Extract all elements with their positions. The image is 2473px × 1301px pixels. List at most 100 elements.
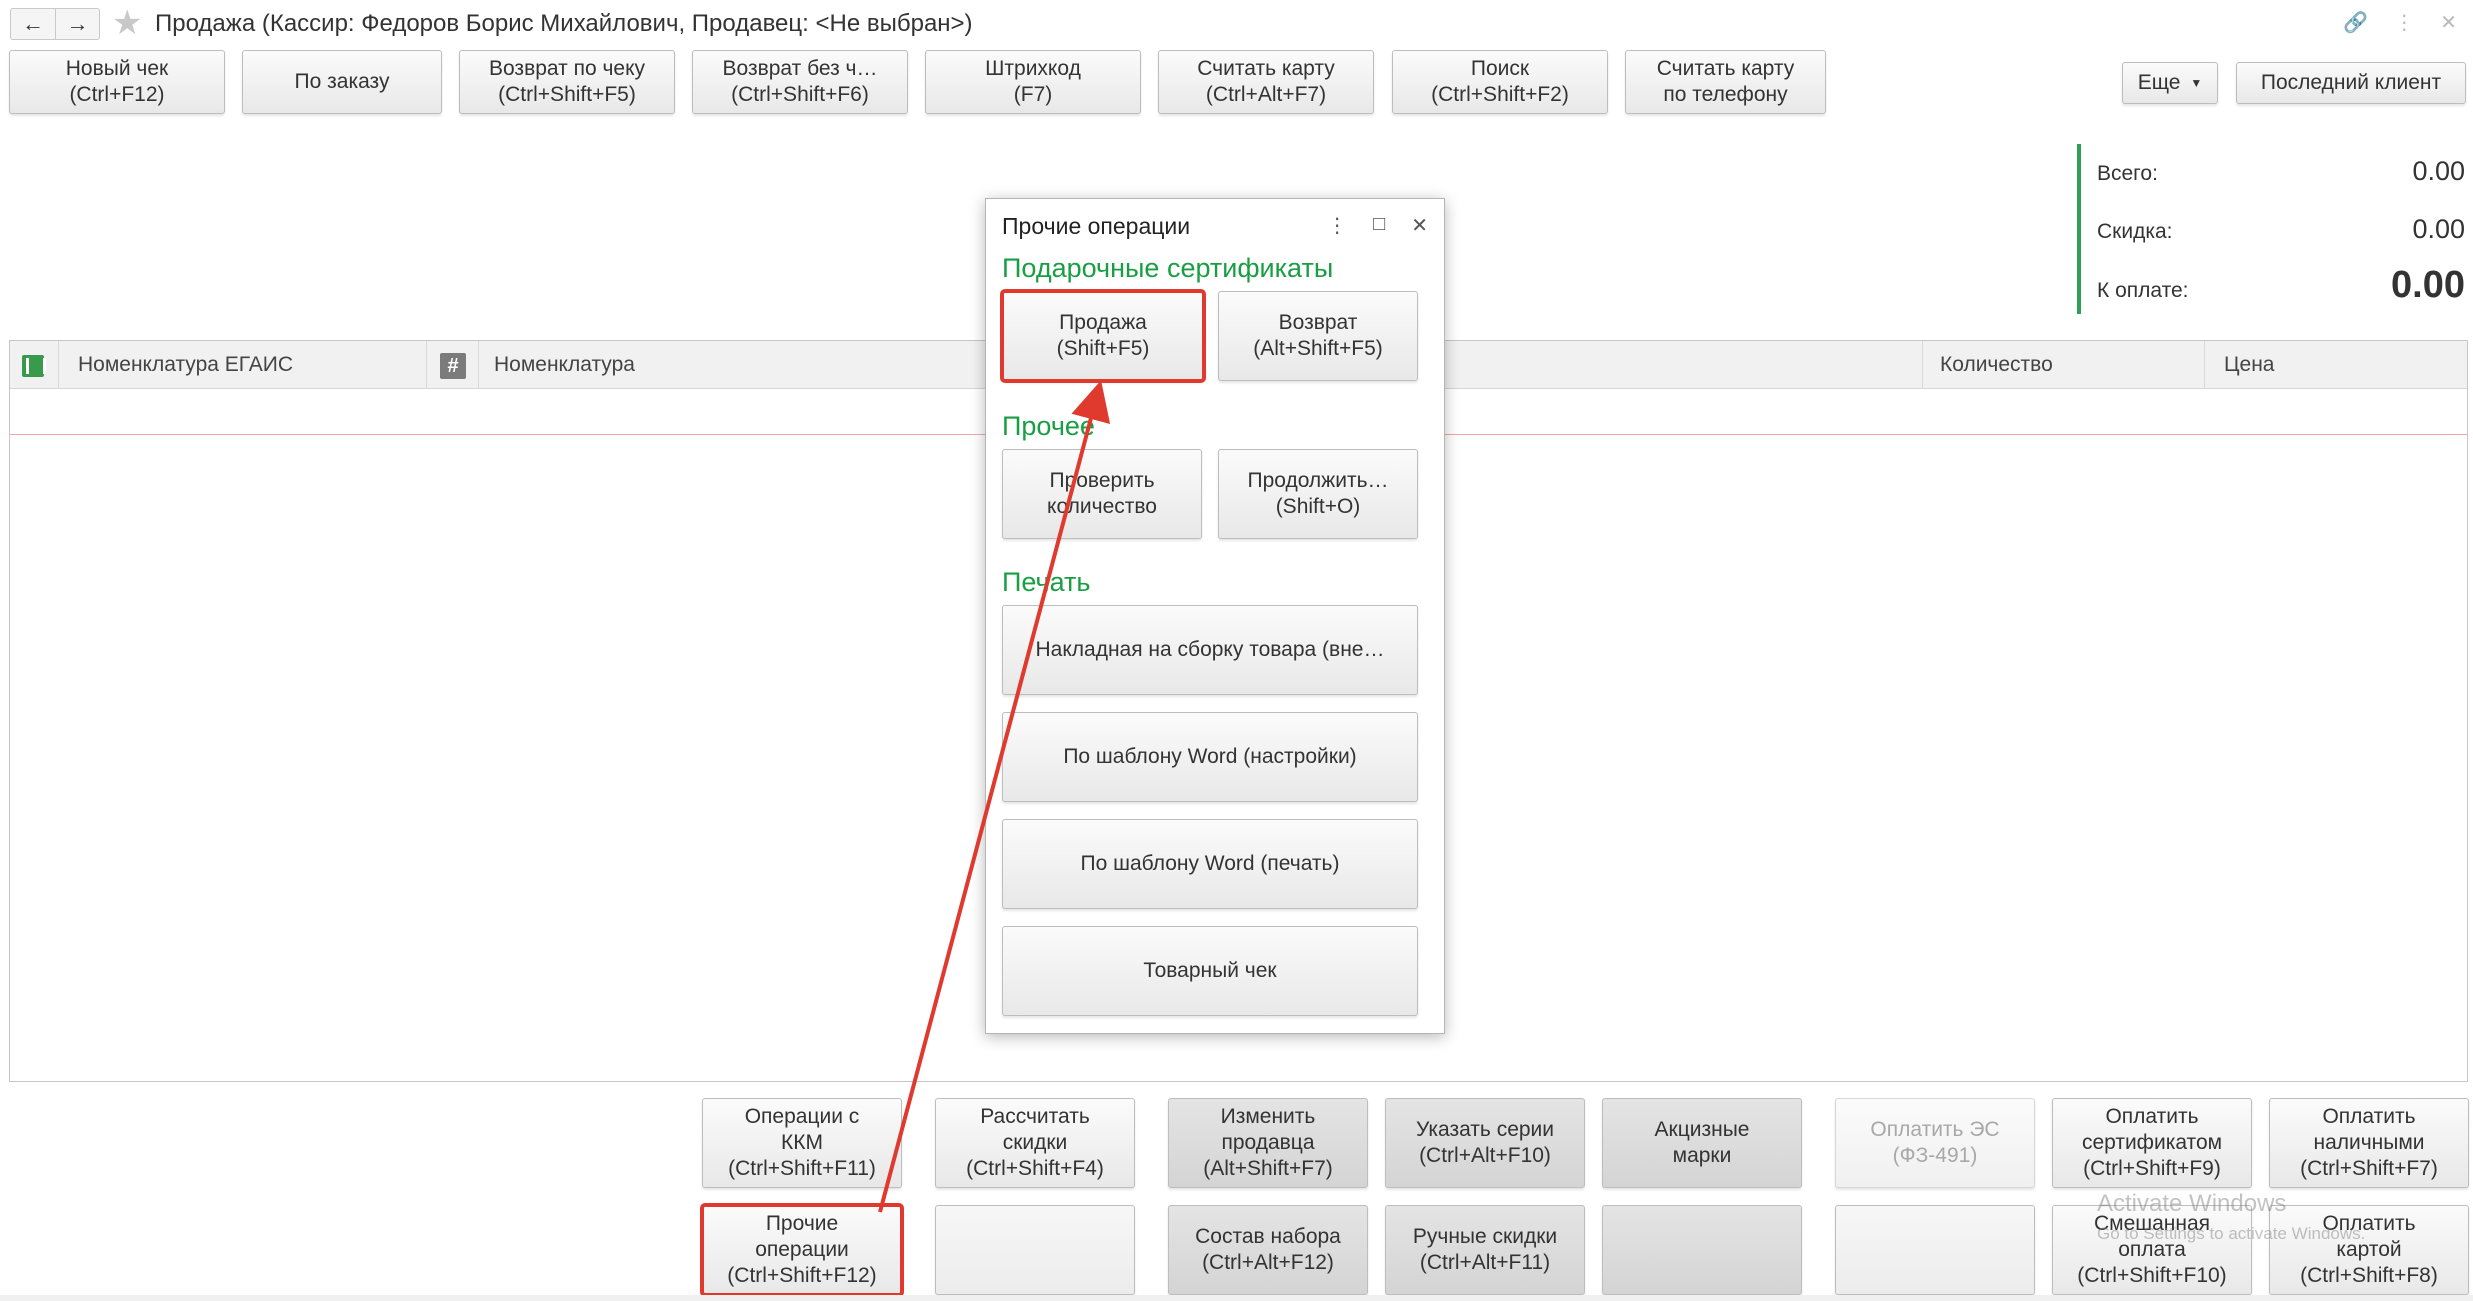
button-label-line2: ККМ (781, 1131, 823, 1154)
button-label: Последний клиент (2260, 71, 2442, 94)
card-by-phone-button[interactable]: Считать карту по телефону (1625, 50, 1826, 114)
kit-composition-button[interactable]: Состав набора (Ctrl+Alt+F12) (1168, 1205, 1368, 1295)
button-shortcut: (Ctrl+Shift+F7) (2300, 1157, 2438, 1180)
button-shortcut: (Ctrl+Alt+F11) (1419, 1251, 1551, 1274)
specify-series-button[interactable]: Указать серии (Ctrl+Alt+F10) (1385, 1098, 1585, 1188)
button-label-line2: операции (755, 1238, 849, 1261)
button-shortcut: (Ctrl+Shift+F9) (2083, 1157, 2221, 1180)
button-shortcut: (Ctrl+Shift+F11) (728, 1157, 876, 1180)
button-shortcut: (Ctrl+Alt+F12) (1202, 1251, 1334, 1274)
button-shortcut: (Alt+Shift+F5) (1253, 337, 1383, 360)
link-icon[interactable]: 🔗 (2343, 10, 2368, 35)
activation-watermark-title: Activate Windows (2097, 1190, 2287, 1217)
certificate-return-button[interactable]: Возврат (Alt+Shift+F5) (1218, 291, 1418, 381)
button-shortcut: (Ctrl+Shift+F5) (498, 83, 636, 106)
button-label: Ручные скидки (1412, 1225, 1558, 1248)
button-shortcut: (Ctrl+Shift+F2) (1431, 83, 1569, 106)
forward-arrow-icon[interactable]: → (55, 9, 99, 39)
button-label: Прочие (765, 1212, 839, 1235)
new-check-button[interactable]: Новый чек (Ctrl+F12) (9, 50, 225, 114)
more-vertical-icon[interactable]: ⋮ (1327, 213, 1347, 238)
bottom-border (0, 1295, 2473, 1301)
return-by-check-button[interactable]: Возврат по чеку (Ctrl+Shift+F5) (459, 50, 675, 114)
read-card-button[interactable]: Считать карту (Ctrl+Alt+F7) (1158, 50, 1374, 114)
manual-discounts-button[interactable]: Ручные скидки (Ctrl+Alt+F11) (1385, 1205, 1585, 1295)
more-vertical-icon[interactable]: ⋮ (2394, 10, 2414, 35)
continue-button[interactable]: Продолжить… (Shift+O) (1218, 449, 1418, 539)
button-label: Новый чек (65, 57, 169, 80)
button-label: Оплатить (2105, 1105, 2199, 1128)
button-shortcut: (Alt+Shift+F7) (1203, 1157, 1333, 1180)
button-label: Считать карту (1656, 57, 1795, 80)
word-template-settings-button[interactable]: По шаблону Word (настройки) (1002, 712, 1418, 802)
button-shortcut: (Ctrl+Shift+F4) (966, 1157, 1104, 1180)
column-nomenclature[interactable]: Номенклатура (494, 341, 635, 389)
close-icon[interactable]: ✕ (1411, 213, 1428, 238)
popup-controls: ⋮ □ ✕ (1327, 213, 1428, 238)
button-label: Состав набора (1195, 1225, 1341, 1248)
column-quantity[interactable]: Количество (1940, 341, 2053, 389)
button-label: Штрихкод (985, 57, 1081, 80)
button-label: Оплатить ЭС (1870, 1118, 2000, 1141)
calculate-discounts-button[interactable]: Рассчитать скидки (Ctrl+Shift+F4) (935, 1098, 1135, 1188)
sales-receipt-button[interactable]: Товарный чек (1002, 926, 1418, 1016)
to-pay-label: К оплате: (2097, 279, 2189, 302)
button-label: Акцизные (1654, 1118, 1750, 1141)
mixed-payment-button[interactable]: Смешанная оплата (Ctrl+Shift+F10) (2052, 1205, 2252, 1295)
button-label-line2: сертификатом (2081, 1131, 2223, 1154)
button-label-line2: (ФЗ-491) (1892, 1144, 1978, 1167)
pay-cash-button[interactable]: Оплатить наличными (Ctrl+Shift+F7) (2269, 1098, 2469, 1188)
other-operations-button[interactable]: Прочие операции (Ctrl+Shift+F12) (700, 1203, 904, 1297)
title-bar: ← → ★ Продажа (Кассир: Федоров Борис Мих… (0, 0, 2473, 46)
change-seller-button[interactable]: Изменить продавца (Alt+Shift+F7) (1168, 1098, 1368, 1188)
maximize-icon[interactable]: □ (1373, 213, 1385, 238)
assembly-invoice-button[interactable]: Накладная на сборку товара (вне… (1002, 605, 1418, 695)
button-label: Еще (2137, 71, 2181, 94)
favorite-star-icon[interactable]: ★ (112, 6, 142, 40)
button-shortcut: (Ctrl+Shift+F8) (2300, 1264, 2438, 1287)
button-label: По заказу (294, 70, 390, 93)
button-label-line2: продавца (1221, 1131, 1315, 1154)
dropdown-arrow-icon: ▼ (2190, 76, 2203, 90)
check-quantity-button[interactable]: Проверить количество (1002, 449, 1202, 539)
button-shortcut: (Ctrl+Alt+F10) (1419, 1144, 1551, 1167)
search-button[interactable]: Поиск (Ctrl+Shift+F2) (1392, 50, 1608, 114)
button-label-line2: скидки (1002, 1131, 1068, 1154)
to-pay-value: 0.00 (2391, 264, 2465, 306)
button-label: Возврат (1278, 311, 1358, 334)
button-label: Оплатить (2322, 1105, 2416, 1128)
by-order-button[interactable]: По заказу (242, 50, 442, 114)
button-label-line2: наличными (2313, 1131, 2425, 1154)
button-shortcut: (Ctrl+Shift+F10) (2077, 1264, 2227, 1287)
button-label: Считать карту (1197, 57, 1335, 80)
column-price[interactable]: Цена (2224, 341, 2275, 389)
total-value: 0.00 (2412, 156, 2465, 186)
button-label: Накладная на сборку товара (вне… (1035, 638, 1385, 661)
totals-panel: Всего: 0.00 Скидка: 0.00 К оплате: 0.00 (2077, 144, 2467, 314)
window-title: Продажа (Кассир: Федоров Борис Михайлови… (155, 10, 973, 37)
button-shortcut: (Ctrl+Shift+F6) (731, 83, 869, 106)
barcode-button[interactable]: Штрихкод (F7) (925, 50, 1141, 114)
button-label: Продолжить… (1247, 469, 1389, 492)
pay-card-button[interactable]: Оплатить картой (Ctrl+Shift+F8) (2269, 1205, 2469, 1295)
last-client-button[interactable]: Последний клиент (2236, 62, 2466, 104)
discount-value: 0.00 (2412, 214, 2465, 244)
pay-es-button[interactable]: Оплатить ЭС (ФЗ-491) (1835, 1098, 2035, 1188)
empty-button-slot (1835, 1205, 2035, 1295)
button-shortcut: (Shift+O) (1275, 495, 1361, 518)
back-arrow-icon[interactable]: ← (11, 9, 55, 39)
close-icon[interactable]: ✕ (2440, 10, 2457, 35)
egais-icon (22, 355, 46, 377)
return-without-check-button[interactable]: Возврат без ч… (Ctrl+Shift+F6) (692, 50, 908, 114)
word-template-print-button[interactable]: По шаблону Word (печать) (1002, 819, 1418, 909)
excise-marks-button[interactable]: Акцизные марки (1602, 1098, 1802, 1188)
button-label-line2: количество (1047, 495, 1157, 518)
more-dropdown-button[interactable]: Еще ▼ (2122, 62, 2218, 104)
certificate-sale-button[interactable]: Продажа (Shift+F5) (1000, 289, 1206, 383)
button-label: Возврат по чеку (488, 57, 645, 80)
kkm-operations-button[interactable]: Операции с ККМ (Ctrl+Shift+F11) (702, 1098, 902, 1188)
empty-button-slot (935, 1205, 1135, 1295)
pay-certificate-button[interactable]: Оплатить сертификатом (Ctrl+Shift+F9) (2052, 1098, 2252, 1188)
column-egais-nomenclature[interactable]: Номенклатура ЕГАИС (78, 341, 293, 389)
button-label: Рассчитать (980, 1105, 1090, 1128)
